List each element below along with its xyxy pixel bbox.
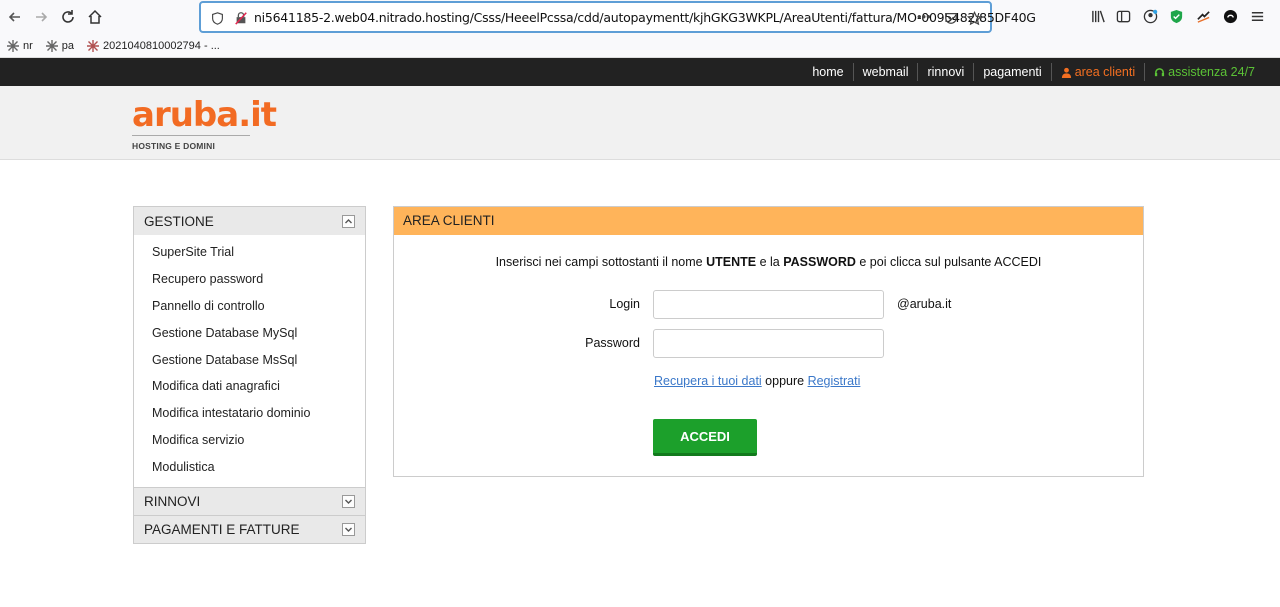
nav-pagamenti-link[interactable]: pagamenti — [973, 63, 1050, 81]
hamburger-menu-icon[interactable] — [1246, 5, 1268, 27]
home-button[interactable] — [83, 5, 107, 29]
browser-chrome: ni5641185-2.web04.nitrado.hosting/Csss/H… — [0, 0, 1280, 58]
accordion-gestione-title: GESTIONE — [144, 213, 214, 229]
nav-area-clienti-link[interactable]: area clienti — [1050, 63, 1144, 81]
menu-item-intestatario-dominio[interactable]: Modifica intestatario dominio — [134, 400, 365, 427]
login-label: Login — [609, 297, 640, 311]
site-top-nav: home webmail rinnovi pagamenti area clie… — [0, 58, 1280, 86]
forward-button[interactable] — [29, 5, 53, 29]
password-label: Password — [585, 336, 640, 350]
bookmark-item[interactable]: 2021040810002794 - ... — [86, 39, 220, 53]
bookmark-item[interactable]: pa — [45, 39, 74, 53]
accordion-rinnovi-header[interactable]: RINNOVI — [134, 487, 365, 516]
menu-item-recupero-password[interactable]: Recupero password — [134, 266, 365, 293]
back-arrow-icon — [8, 12, 20, 22]
reload-icon — [62, 10, 74, 23]
asterisk-favicon-icon — [87, 40, 100, 52]
tracking-shield-icon[interactable] — [209, 10, 225, 26]
recovery-links: Recupera i tuoi dati oppure Registrati — [654, 374, 860, 388]
chevron-down-icon[interactable] — [342, 523, 355, 537]
account-icon[interactable] — [1139, 5, 1161, 27]
menu-item-supersite-trial[interactable]: SuperSite Trial — [134, 239, 365, 266]
menu-item-pannello-controllo[interactable]: Pannello di controllo — [134, 293, 365, 320]
privacy-extension-icon[interactable] — [1219, 5, 1241, 27]
bookmarks-toolbar: nr pa 2021040810002794 - ... — [0, 34, 1280, 58]
bookmark-label: nr — [23, 40, 33, 52]
domain-suffix: @aruba.it — [897, 297, 952, 311]
home-icon — [88, 9, 102, 24]
ublock-shield-icon[interactable] — [1165, 5, 1187, 27]
bookmark-star-icon[interactable] — [966, 10, 982, 26]
menu-item-database-mysql[interactable]: Gestione Database MySql — [134, 320, 365, 347]
bookmark-label: 2021040810002794 - ... — [103, 40, 220, 52]
accordion-gestione-header[interactable]: GESTIONE — [134, 207, 365, 235]
extension-icon[interactable] — [1192, 5, 1214, 27]
nav-rinnovi-link[interactable]: rinnovi — [917, 63, 973, 81]
login-input[interactable] — [653, 290, 884, 319]
menu-item-dati-anagrafici[interactable]: Modifica dati anagrafici — [134, 373, 365, 400]
back-button[interactable] — [3, 5, 27, 29]
asterisk-favicon-icon — [45, 40, 58, 52]
accordion-pagamenti-title: PAGAMENTI E FATTURE — [144, 522, 300, 538]
nav-home-link[interactable]: home — [803, 63, 852, 81]
instructions-password: PASSWORD — [783, 255, 856, 269]
logo-tagline: HOSTING E DOMINI — [132, 141, 216, 151]
nav-assistenza-label: assistenza 24/7 — [1168, 65, 1255, 79]
library-icon[interactable] — [1087, 5, 1109, 27]
aruba-logo[interactable]: aruba.it HOSTING E DOMINI — [132, 95, 277, 151]
recover-data-link[interactable]: Recupera i tuoi dati — [654, 374, 762, 388]
instructions-text: e la — [756, 255, 784, 269]
forward-arrow-icon — [36, 12, 48, 22]
instructions-utente: UTENTE — [706, 255, 757, 269]
instructions-text: e poi clicca sul pulsante ACCEDI — [855, 255, 1042, 269]
site-header: aruba.it HOSTING E DOMINI — [0, 86, 1280, 160]
accordion-rinnovi-title: RINNOVI — [144, 494, 201, 510]
menu-item-modifica-servizio[interactable]: Modifica servizio — [134, 427, 365, 454]
menu-item-modulistica[interactable]: Modulistica — [134, 454, 365, 481]
chevron-up-icon[interactable] — [342, 214, 355, 228]
nav-area-clienti-label: area clienti — [1074, 65, 1136, 79]
login-instructions: Inserisci nei campi sottostanti il nome … — [394, 255, 1143, 269]
pocket-icon[interactable] — [943, 10, 959, 26]
user-icon — [1061, 67, 1071, 78]
browser-toolbar: ni5641185-2.web04.nitrado.hosting/Csss/H… — [0, 0, 1280, 34]
accordion-pagamenti-header[interactable]: PAGAMENTI E FATTURE — [134, 515, 365, 544]
panel-title: AREA CLIENTI — [394, 207, 1143, 235]
headset-icon — [1155, 67, 1165, 76]
instructions-text: Inserisci nei campi sottostanti il nome — [495, 255, 707, 269]
sidebar-toggle-icon[interactable] — [1112, 5, 1134, 27]
bookmark-item[interactable]: nr — [6, 39, 33, 53]
nav-webmail-link[interactable]: webmail — [852, 63, 918, 81]
bookmark-label: pa — [61, 40, 75, 52]
or-text: oppure — [761, 374, 808, 388]
password-input[interactable] — [653, 329, 884, 358]
asterisk-favicon-icon — [7, 40, 19, 52]
register-link[interactable]: Registrati — [808, 374, 861, 388]
chevron-down-icon[interactable] — [342, 495, 355, 509]
page-actions-menu[interactable]: ••• — [917, 9, 931, 24]
url-bar[interactable]: ni5641185-2.web04.nitrado.hosting/Csss/H… — [199, 1, 1036, 33]
insecure-lock-icon[interactable] — [233, 10, 249, 26]
accedi-button[interactable]: ACCEDI — [653, 419, 757, 456]
gestione-menu-list: SuperSite Trial Recupero password Pannel… — [134, 235, 365, 487]
logo-text: aruba.it — [132, 95, 277, 135]
reload-button[interactable] — [56, 5, 80, 29]
nav-assistenza-link[interactable]: assistenza 24/7 — [1144, 63, 1264, 81]
logo-divider — [132, 135, 250, 136]
login-panel: AREA CLIENTI Inserisci nei campi sottost… — [393, 206, 1144, 477]
sidebar-accordion: GESTIONE SuperSite Trial Recupero passwo… — [133, 206, 366, 545]
menu-item-database-mssql[interactable]: Gestione Database MsSql — [134, 347, 365, 374]
